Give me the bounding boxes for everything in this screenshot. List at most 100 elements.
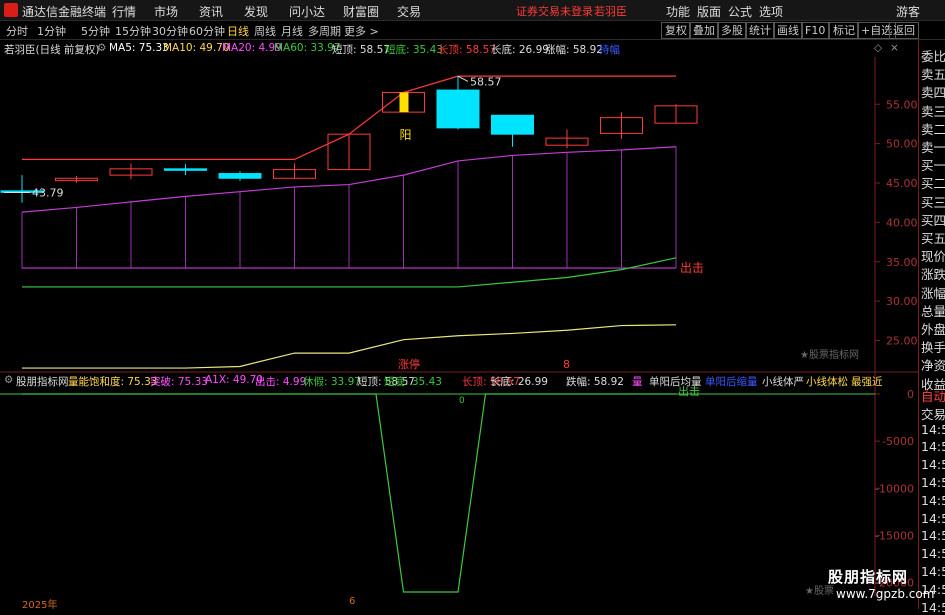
candle-body — [436, 89, 480, 129]
indicator-overlays — [21, 75, 677, 369]
period-1min[interactable]: 1分钟 — [37, 23, 66, 39]
short-bottom-value: 短底: 35.43 — [385, 44, 443, 56]
quote-field-label: 买四 — [921, 212, 945, 228]
yang-label: 阳 — [400, 128, 412, 142]
ma5-value: MA5: 75.33 — [109, 42, 169, 54]
menu-market[interactable]: 市场 — [154, 3, 178, 20]
period-weekly[interactable]: 周线 — [254, 23, 276, 39]
date-axis: 2025年 6 — [0, 596, 915, 611]
menu-trade[interactable]: 交易 — [397, 3, 421, 20]
tool-multi-stock[interactable]: 多股 — [717, 22, 747, 39]
menu-formula[interactable]: 公式 — [728, 3, 752, 20]
tool-adjust[interactable]: 复权 — [661, 22, 691, 39]
price-tick-label: 40.00 — [886, 216, 918, 229]
tool-back[interactable]: 返回 — [889, 22, 919, 39]
period-daily[interactable]: 日线 — [227, 23, 249, 39]
trade-time-label: 14:5 — [921, 457, 945, 473]
small-watermark: ★股票指标网 — [800, 348, 859, 361]
hold-label: 持幅 — [599, 44, 620, 56]
settings-icon[interactable]: ⚙ — [97, 42, 106, 54]
menu-options[interactable]: 选项 — [759, 3, 783, 20]
quote-field-label: 买二 — [921, 176, 945, 192]
period-tick[interactable]: 分时 — [6, 23, 28, 39]
chuji-label: 出击 — [680, 261, 704, 275]
quote-field-label: 卖五 — [921, 67, 945, 83]
diamond-icon[interactable]: ◇ — [874, 42, 882, 54]
candle — [55, 175, 98, 183]
current-stock-name: 若羽臣 — [594, 5, 627, 18]
menu-news[interactable]: 资讯 — [199, 3, 223, 20]
ind-short-bottom: 短底: 35.43 — [384, 376, 442, 388]
ma10-value: MA10: 49.70 — [163, 42, 230, 54]
quote-field-label: 现价 — [921, 249, 945, 265]
candle-body — [491, 114, 534, 135]
ma60-value: MA60: 33.97 — [274, 42, 341, 54]
indicator-tick-label: 0 — [907, 388, 914, 401]
ind-long-bottom: 长底: 26.99 — [490, 376, 548, 388]
quote-field-label: 换手 — [921, 340, 945, 356]
menu-function[interactable]: 功能 — [666, 3, 690, 20]
menu-market-quotes[interactable]: 行情 — [112, 3, 136, 20]
quote-field-label: 委比 — [921, 49, 945, 64]
indicator-line — [22, 393, 676, 593]
watermark-title: 股朋指标网 — [828, 568, 909, 586]
ma20-value: MA20: 4.99 — [222, 42, 282, 54]
yellow-line — [22, 324, 677, 369]
tool-overlay[interactable]: 叠加 — [689, 22, 719, 39]
period-60min[interactable]: 60分钟 — [189, 23, 225, 39]
indicator-series — [22, 393, 676, 593]
tool-stats[interactable]: 统计 — [745, 22, 775, 39]
quote-field-label: 涨幅 — [921, 285, 945, 301]
period-monthly[interactable]: 月线 — [281, 23, 303, 39]
s-mark-label: 8 — [563, 358, 570, 371]
candle — [164, 164, 207, 176]
menu-layout[interactable]: 版面 — [697, 3, 721, 20]
quote-side-panel: 委比 卖五 卖四 卖三 卖二 卖一 买一 买二 买三 买四 买五 现价 涨跌 涨幅 总量 外盘 换手 净资 收益 自动… — [918, 40, 945, 615]
main-chart-info-line: 若羽臣(日线 前复权) ⚙ MA5: 75.33 MA10: 49.70 MA2… — [0, 41, 915, 57]
period-5min[interactable]: 5分钟 — [81, 23, 110, 39]
trade-time-label: 14:5 — [921, 510, 945, 526]
trade-mode-label[interactable]: 交易 — [921, 404, 945, 423]
ind-volume: 量 — [632, 376, 643, 388]
candle — [273, 163, 316, 179]
quote-field-label: 卖一 — [921, 140, 945, 155]
ind-attack: 出击: 4.99 — [255, 376, 307, 388]
candle — [654, 104, 698, 124]
candle — [491, 114, 534, 147]
tool-draw-line[interactable]: 画线 — [773, 22, 803, 39]
guest-user[interactable]: 游客 — [896, 3, 920, 20]
indicator-axis: 0-5000-10000-15000-20000出击0★股票 — [0, 384, 914, 597]
ind-saturation: 量能饱和度: 75.33 — [68, 376, 158, 388]
menu-discover[interactable]: 发现 — [244, 3, 268, 20]
low-price-label: 43.79 — [32, 187, 64, 200]
quote-field-label: 卖三 — [921, 103, 945, 119]
ind-breakout: 突破: 75.33 — [150, 376, 208, 388]
candle — [109, 163, 153, 180]
close-icon[interactable]: × — [890, 42, 899, 54]
quote-field-label: 卖四 — [921, 85, 945, 101]
indicator-tick-label: -15000 — [875, 529, 914, 542]
month-label: 6 — [349, 596, 356, 607]
price-chart[interactable]: 55.00 50.00 45.00 40.00 35.00 30.00 25.00 43.7… — [0, 57, 918, 609]
ind-avg-volume: 单阳后均量 — [649, 376, 702, 388]
quote-field-label: 净资 — [921, 358, 945, 374]
ind-small-tight: 小线体严 — [762, 376, 804, 388]
limit-up-label: 涨停 — [398, 357, 420, 371]
tool-mark[interactable]: 标记 — [829, 22, 859, 39]
price-tick-label: 25.00 — [886, 335, 918, 348]
indicator-settings-icon[interactable]: ⚙ — [4, 374, 13, 386]
quote-field-label: 涨跌 — [921, 267, 945, 283]
menu-ask[interactable]: 问小达 — [289, 3, 325, 20]
long-top-value: 长顶: 58.57 — [438, 44, 496, 56]
app-title: 通达信金融终端 — [22, 5, 107, 19]
menu-wealth-circle[interactable]: 财富圈 — [343, 3, 379, 20]
period-more[interactable]: 更多 > — [344, 23, 379, 39]
period-multi[interactable]: 多周期 — [308, 23, 341, 39]
trade-mode-label[interactable]: 自动 — [921, 386, 945, 405]
period-toolbar: 分时 1分钟 5分钟 15分钟 30分钟 60分钟 日线 周线 月线 多周期 更… — [0, 21, 945, 40]
period-30min[interactable]: 30分钟 — [152, 23, 188, 39]
indicator-info-line: ⚙ 股朋指标网 量能饱和度: 75.33 突破: 75.33 A1X: 49.7… — [0, 373, 915, 389]
tool-f10[interactable]: F10 — [801, 22, 830, 39]
period-15min[interactable]: 15分钟 — [115, 23, 151, 39]
change-value: 涨幅: 58.92 — [545, 44, 603, 56]
